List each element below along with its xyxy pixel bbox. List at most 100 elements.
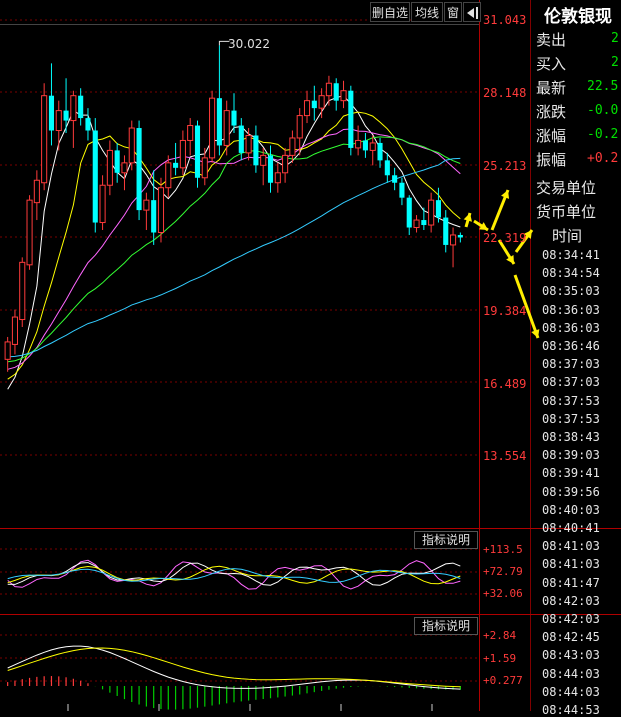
quote-value: +0.2 xyxy=(587,151,619,166)
ma-lines-button[interactable]: 均线 xyxy=(411,2,443,22)
candle-body xyxy=(106,149,113,186)
candle-body xyxy=(136,128,142,211)
ma-line xyxy=(7,136,461,363)
candle-body xyxy=(443,217,449,245)
candle-body xyxy=(413,219,420,229)
candle-body xyxy=(384,160,390,176)
candle-body xyxy=(128,127,135,164)
candle-body xyxy=(245,134,252,154)
candle-body xyxy=(63,110,69,121)
expand-right-icon[interactable] xyxy=(463,2,481,22)
chart-canvas[interactable] xyxy=(0,0,621,711)
candle-body xyxy=(33,179,40,204)
ma-line xyxy=(7,95,461,390)
tick-time: 08:36:03 xyxy=(542,320,600,335)
indicator2-tick-label: +2.84 xyxy=(483,629,517,642)
candle-body xyxy=(296,115,303,139)
candle-body xyxy=(340,90,347,102)
ma-line xyxy=(7,157,461,358)
indicator-info-button[interactable]: 指标说明 xyxy=(414,617,478,635)
indicator2-tick-label: +1.59 xyxy=(483,652,517,665)
tick-time: 08:37:03 xyxy=(542,375,600,390)
candle-body xyxy=(303,100,311,117)
instrument-title: 伦敦银现 xyxy=(544,7,612,27)
quote-value: 22.5 xyxy=(587,79,619,94)
tick-time: 08:44:03 xyxy=(542,666,600,681)
tick-time: 08:35:03 xyxy=(542,284,600,299)
tick-time: 08:44:03 xyxy=(542,684,600,699)
candle-body xyxy=(26,199,33,266)
moving-average-lines xyxy=(7,95,461,390)
candle-body xyxy=(99,184,106,224)
tick-time: 08:34:54 xyxy=(542,266,600,281)
candle-body xyxy=(421,220,427,226)
tick-time: 08:42:03 xyxy=(542,612,600,626)
candle-body xyxy=(201,157,208,179)
indicator1-lines xyxy=(7,559,461,590)
indicator1-tick-label: +113.5 xyxy=(483,543,523,556)
candle-body xyxy=(78,95,84,119)
candle-body xyxy=(151,200,157,233)
trade-unit-label: 交易单位 xyxy=(536,179,597,197)
indicator1-line xyxy=(7,562,461,586)
candle-body xyxy=(157,187,165,233)
yellow-arrow xyxy=(473,219,489,232)
candle-body xyxy=(311,100,317,109)
candlesticks xyxy=(4,45,463,372)
tick-time: 08:42:45 xyxy=(542,630,600,645)
candle-body xyxy=(435,200,441,218)
price-tick-label: 31.043 xyxy=(483,13,527,27)
currency-unit-label: 货币单位 xyxy=(536,203,597,221)
tick-time: 08:39:41 xyxy=(542,466,600,481)
quote-label: 最新 xyxy=(536,79,567,97)
indicator-info-button[interactable]: 指标说明 xyxy=(414,531,478,549)
price-tick-label: 16.489 xyxy=(483,377,527,391)
tick-time: 08:43:03 xyxy=(542,648,600,663)
yellow-arrow xyxy=(463,212,472,228)
candle-body xyxy=(369,142,376,151)
tick-time: 08:42:03 xyxy=(542,593,600,608)
candle-body xyxy=(209,97,216,159)
candle-body xyxy=(267,155,274,183)
candle-body xyxy=(48,95,55,131)
indicator1-tick-label: +32.06 xyxy=(483,587,523,600)
candle-body xyxy=(70,95,77,122)
candle-body xyxy=(55,110,62,132)
price-tick-label: 25.213 xyxy=(483,159,527,173)
tick-time: 08:39:56 xyxy=(542,484,600,499)
tick-time: 08:38:43 xyxy=(542,430,600,444)
indicator2-tick-label: +0.277 xyxy=(483,674,523,687)
quote-label: 振幅 xyxy=(536,151,567,169)
quote-value: -0.0 xyxy=(587,103,619,118)
tick-time: 08:40:41 xyxy=(542,521,600,535)
price-tick-label: 13.554 xyxy=(483,449,527,463)
candle-body xyxy=(333,83,339,101)
candle-body xyxy=(428,199,435,226)
candle-body xyxy=(231,110,237,126)
candle-body xyxy=(449,234,457,246)
quote-value: 2 xyxy=(611,31,619,46)
candle-body xyxy=(362,140,368,151)
candle-body xyxy=(165,162,172,189)
tick-time: 08:37:53 xyxy=(542,411,600,426)
candle-body xyxy=(4,341,11,360)
candle-body xyxy=(289,137,296,156)
tick-time: 08:37:53 xyxy=(542,393,600,408)
candle-body xyxy=(348,90,354,148)
quote-label: 涨跌 xyxy=(536,103,567,121)
candle-body xyxy=(41,95,48,184)
tick-time: 08:34:41 xyxy=(542,248,600,262)
remove-watchlist-button[interactable]: 删自选 xyxy=(370,2,410,22)
candle-body xyxy=(194,125,201,178)
window-button[interactable]: 窗 xyxy=(444,2,462,22)
candle-body xyxy=(406,197,412,228)
candle-body xyxy=(377,142,383,161)
candle-body xyxy=(274,172,281,184)
tick-time: 08:36:03 xyxy=(542,302,600,317)
candle-body xyxy=(223,110,230,146)
tick-time: 08:41:47 xyxy=(542,575,600,590)
tick-time: 08:39:03 xyxy=(542,448,600,463)
price-tick-label: 28.148 xyxy=(483,86,527,100)
candle-body xyxy=(260,154,267,166)
candle-body xyxy=(114,150,120,173)
